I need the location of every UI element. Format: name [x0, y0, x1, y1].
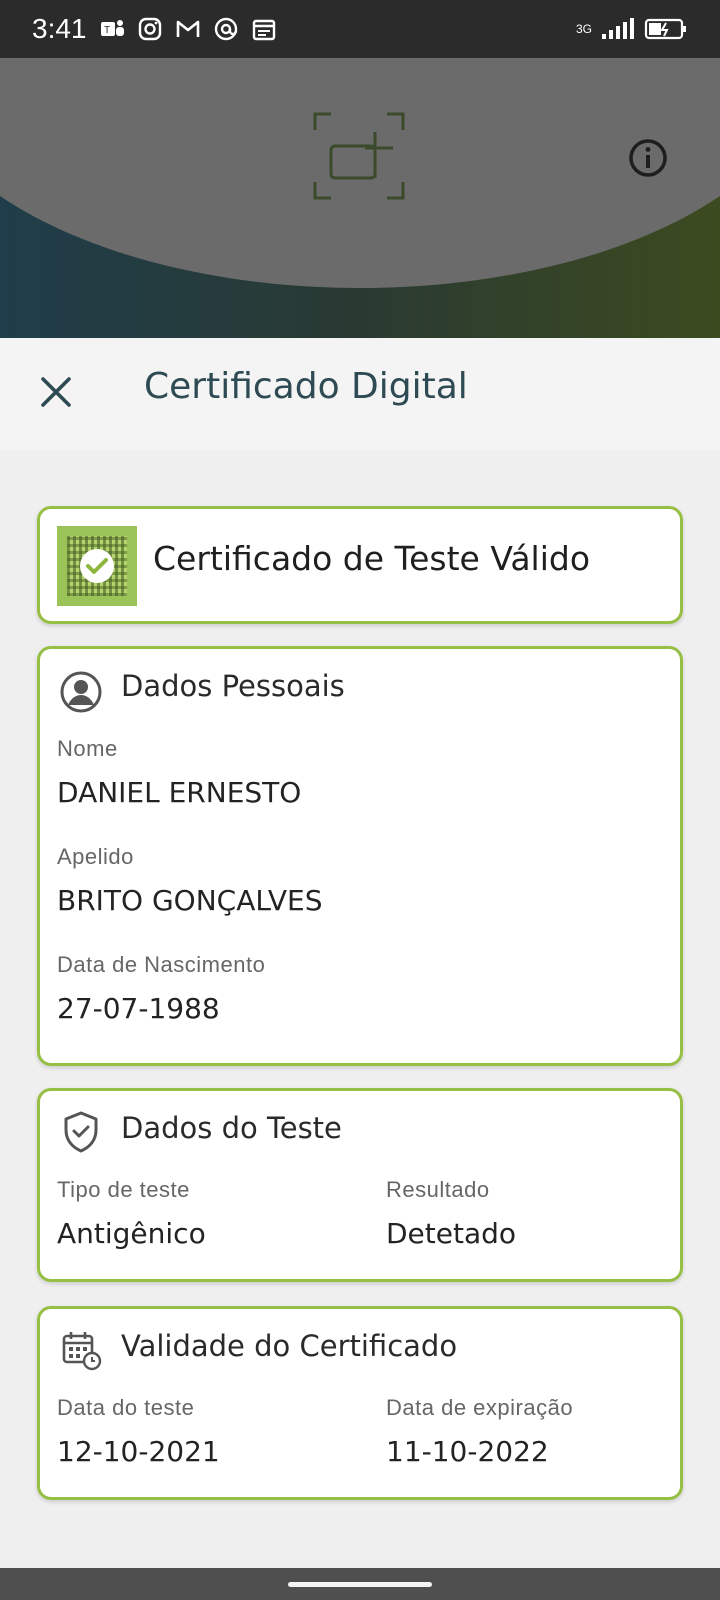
- result-label: Resultado: [386, 1177, 490, 1202]
- result-value: Detetado: [386, 1217, 517, 1250]
- test-date-label: Data do teste: [57, 1395, 195, 1420]
- navigation-bar: [0, 1568, 720, 1600]
- dob-value: 27-07-1988: [57, 992, 220, 1025]
- person-circle-icon: [58, 669, 104, 715]
- test-type-value: Antigênico: [57, 1217, 206, 1250]
- test-data-card: Dados do Teste Tipo de teste Antigênico …: [37, 1088, 683, 1282]
- app-logo-icon: [313, 110, 405, 202]
- surname-label: Apelido: [57, 844, 134, 869]
- notification-icons: T: [99, 16, 277, 42]
- instagram-icon: [137, 16, 163, 42]
- calendar-clock-icon: [58, 1327, 104, 1373]
- battery-icon: [644, 16, 688, 42]
- expiry-date-label: Data de expiração: [386, 1395, 574, 1420]
- surname-value: BRITO GONÇALVES: [57, 884, 323, 917]
- test-date-value: 12-10-2021: [57, 1435, 220, 1468]
- calendar-icon: [251, 16, 277, 42]
- name-value: DANIEL ERNESTO: [57, 776, 302, 809]
- teams-icon: T: [99, 16, 125, 42]
- home-gesture-handle[interactable]: [288, 1582, 432, 1587]
- valid-certificate-card: Certificado de Teste Válido: [37, 506, 683, 624]
- gmail-icon: [175, 16, 201, 42]
- personal-data-card: Dados Pessoais Nome DANIEL ERNESTO Apeli…: [37, 646, 683, 1066]
- shield-check-icon: [58, 1109, 104, 1155]
- valid-certificate-title: Certificado de Teste Válido: [153, 539, 591, 578]
- test-type-label: Tipo de teste: [57, 1177, 190, 1202]
- check-circle-icon: [80, 549, 114, 583]
- name-label: Nome: [57, 736, 118, 761]
- validity-section-title: Validade do Certificado: [121, 1329, 458, 1363]
- sheet-header: Certificado Digital: [0, 338, 720, 450]
- validity-card: Validade do Certificado Data do teste 12…: [37, 1306, 683, 1500]
- certificate-sheet: Certificado Digital Certificado de Teste…: [0, 338, 720, 1568]
- info-button[interactable]: [628, 138, 668, 178]
- status-bar: 3:41 T 3G: [0, 0, 720, 58]
- svg-text:T: T: [104, 25, 110, 36]
- network-type: 3G: [575, 22, 592, 36]
- expiry-date-value: 11-10-2022: [386, 1435, 549, 1468]
- signal-icon: [600, 16, 636, 42]
- close-icon: [41, 377, 71, 407]
- test-section-title: Dados do Teste: [121, 1111, 342, 1145]
- personal-section-title: Dados Pessoais: [121, 669, 345, 703]
- page-title: Certificado Digital: [144, 366, 468, 407]
- hero-banner: [0, 58, 720, 338]
- system-icons: 3G: [576, 16, 688, 42]
- at-icon: [213, 16, 239, 42]
- status-time: 3:41: [32, 13, 87, 44]
- close-button[interactable]: [36, 372, 76, 412]
- qr-code-icon: [57, 526, 137, 606]
- dob-label: Data de Nascimento: [57, 952, 266, 977]
